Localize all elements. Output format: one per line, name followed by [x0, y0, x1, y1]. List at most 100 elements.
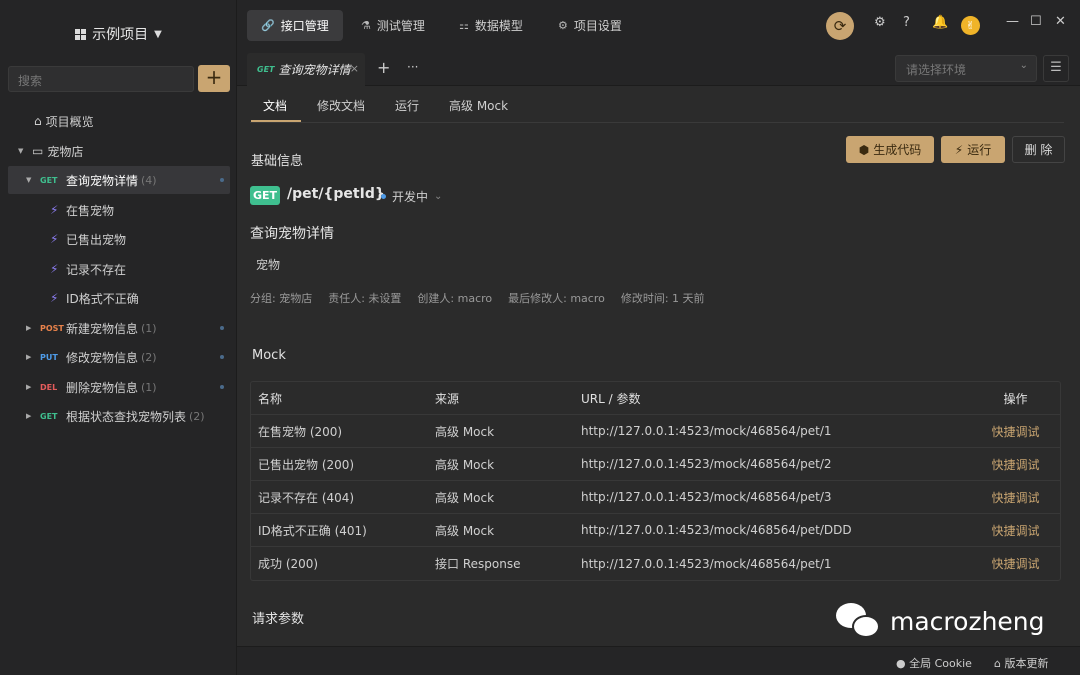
subtab-doc[interactable]: 文档 [263, 97, 287, 114]
tree-case[interactable]: ⚡ ID格式不正确 [8, 284, 230, 312]
wechat-icon [836, 601, 882, 641]
cell-url[interactable]: http://127.0.0.1:4523/mock/468564/pet/DD… [581, 523, 971, 537]
subtab-edit-doc[interactable]: 修改文档 [317, 97, 365, 114]
tree-case[interactable]: ⚡ 在售宠物 [8, 196, 230, 224]
table-row: 成功 (200) 接口 Response http://127.0.0.1:45… [251, 547, 1060, 580]
quick-debug-link[interactable]: 快捷调试 [971, 456, 1060, 473]
case-count: (4) [141, 173, 157, 187]
settings-icon[interactable]: ⚙ [874, 15, 886, 30]
tab-data-model[interactable]: ⚏ 数据模型 [445, 10, 537, 41]
run-button[interactable]: ⚡ 运行 [941, 136, 1005, 163]
tree-case[interactable]: ⚡ 已售出宠物 [8, 225, 230, 253]
quick-debug-link[interactable]: 快捷调试 [971, 555, 1060, 572]
cell-url[interactable]: http://127.0.0.1:4523/mock/468564/pet/1 [581, 424, 971, 438]
api-label: 删除宠物信息 [66, 380, 139, 395]
env-select[interactable]: 请选择环境 ⌄ [895, 55, 1037, 82]
tree-api-post-pet[interactable]: ▶ POST 新建宠物信息 (1) [8, 314, 230, 342]
bolt-icon: ⚡ [50, 232, 59, 246]
maximize-icon[interactable]: ☐ [1030, 14, 1042, 29]
cell-source: 接口 Response [435, 557, 521, 571]
subtab-advanced-mock[interactable]: 高级 Mock [449, 97, 508, 114]
status-dot [381, 194, 386, 199]
tab-label: 测试管理 [376, 19, 425, 33]
table-row: 记录不存在 (404) 高级 Mock http://127.0.0.1:452… [251, 481, 1060, 514]
version-update-button[interactable]: ⌂ 版本更新 [994, 655, 1048, 671]
method-badge: GET [250, 186, 280, 205]
sidebar: 示例项目 ▼ 搜索 + ⌂ 项目概览 ▼ ▭ 宠物店 ▼ GET 查询宠物详情 … [0, 0, 237, 675]
tree-case[interactable]: ⚡ 记录不存在 [8, 255, 230, 283]
help-icon[interactable]: ? [903, 15, 910, 30]
doc-tab-get-pet[interactable]: GET 查询宠物详情 × [247, 53, 365, 86]
case-count: (1) [141, 380, 157, 394]
bolt-icon: ⚡ [50, 262, 59, 276]
cell-name: 成功 (200) [258, 557, 319, 571]
sync-button[interactable]: ⟳ [826, 12, 854, 40]
status-dropdown[interactable]: 开发中 ⌄ [381, 188, 442, 205]
top-nav: 🔗 接口管理 ⚗ 测试管理 ⚏ 数据模型 ⚙ 项目设置 [237, 0, 1080, 50]
api-label: 修改宠物信息 [66, 350, 139, 365]
model-icon: ⚏ [459, 19, 469, 32]
add-tab-icon[interactable]: + [377, 58, 390, 77]
basic-info-title: 基础信息 [251, 154, 304, 169]
subtab-run[interactable]: 运行 [395, 97, 419, 114]
triangle-right-icon: ▶ [26, 383, 32, 391]
add-button[interactable]: + [198, 65, 230, 92]
bolt-icon: ⚡ [50, 203, 59, 217]
tree-api-get-pet[interactable]: ▼ GET 查询宠物详情 (4) [8, 166, 230, 194]
minimize-icon[interactable]: — [1006, 14, 1019, 29]
table-row: 已售出宠物 (200) 高级 Mock http://127.0.0.1:452… [251, 448, 1060, 481]
cookie-label: 全局 Cookie [909, 657, 972, 670]
doc-tab-title: 查询宠物详情 [278, 63, 351, 77]
search-input[interactable]: 搜索 [8, 66, 194, 92]
method-badge: GET [40, 175, 58, 185]
folder-pet-store[interactable]: ▼ ▭ 宠物店 [8, 137, 230, 165]
folder-label: 宠物店 [47, 144, 84, 159]
tab-api-management[interactable]: 🔗 接口管理 [247, 10, 343, 41]
triangle-down-icon: ▼ [18, 147, 24, 155]
case-label: 在售宠物 [66, 203, 115, 218]
button-label: 运行 [967, 143, 992, 157]
doc-subtabs: 文档 修改文档 运行 高级 Mock [250, 86, 1064, 123]
overview-label: 项目概览 [45, 114, 94, 129]
cell-source: 高级 Mock [435, 457, 495, 472]
close-tab-icon[interactable]: × [350, 62, 359, 75]
api-label: 新建宠物信息 [66, 321, 139, 336]
link-icon: 🔗 [261, 19, 275, 32]
avatar[interactable]: ✌ [961, 16, 980, 35]
bell-icon[interactable]: 🔔 [932, 15, 948, 30]
close-icon[interactable]: ✕ [1055, 14, 1066, 29]
chevron-down-icon: ⌄ [1019, 60, 1028, 71]
more-icon[interactable]: ··· [407, 60, 418, 74]
tab-label: 接口管理 [280, 19, 329, 33]
case-label: 已售出宠物 [66, 232, 127, 247]
table-row: ID格式不正确 (401) 高级 Mock http://127.0.0.1:4… [251, 514, 1060, 547]
sidebar-item-overview[interactable]: ⌂ 项目概览 [8, 107, 230, 135]
flask-icon: ⚗ [361, 19, 371, 32]
method-badge: GET [257, 65, 275, 74]
method-badge: PUT [40, 352, 58, 362]
quick-debug-link[interactable]: 快捷调试 [971, 489, 1060, 506]
project-switcher[interactable]: 示例项目 ▼ [0, 24, 237, 44]
status-dot [220, 355, 224, 359]
env-placeholder: 请选择环境 [906, 63, 967, 77]
menu-icon[interactable]: ☰ [1043, 55, 1069, 82]
tree-api-find-by-status[interactable]: ▶ GET 根据状态查找宠物列表 (2) [8, 402, 230, 430]
tab-label: 数据模型 [474, 19, 523, 33]
tab-project-settings[interactable]: ⚙ 项目设置 [544, 10, 636, 41]
cell-url[interactable]: http://127.0.0.1:4523/mock/468564/pet/3 [581, 490, 971, 504]
cube-icon: ⬢ [858, 142, 870, 157]
tree-api-del-pet[interactable]: ▶ DEL 删除宠物信息 (1) [8, 373, 230, 401]
cell-url[interactable]: http://127.0.0.1:4523/mock/468564/pet/1 [581, 557, 971, 571]
tree-api-put-pet[interactable]: ▶ PUT 修改宠物信息 (2) [8, 343, 230, 371]
cell-source: 高级 Mock [435, 523, 495, 538]
delete-button[interactable]: 删 除 [1012, 136, 1065, 163]
tab-test-management[interactable]: ⚗ 测试管理 [347, 10, 439, 41]
method-badge: DEL [40, 382, 58, 392]
global-cookie-button[interactable]: ● 全局 Cookie [896, 655, 972, 671]
table-header: 名称 来源 URL / 参数 操作 [251, 382, 1060, 415]
cell-url[interactable]: http://127.0.0.1:4523/mock/468564/pet/2 [581, 457, 971, 471]
meta-modified-time: 修改时间: 1 天前 [620, 292, 705, 305]
quick-debug-link[interactable]: 快捷调试 [971, 423, 1060, 440]
generate-code-button[interactable]: ⬢ 生成代码 [846, 136, 934, 163]
quick-debug-link[interactable]: 快捷调试 [971, 522, 1060, 539]
